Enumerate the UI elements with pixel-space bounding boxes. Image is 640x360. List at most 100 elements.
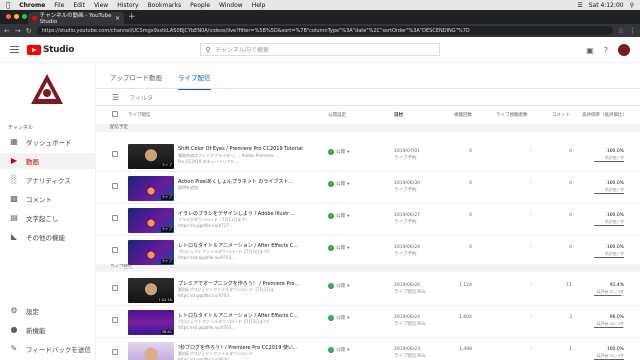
sidebar-item-feedback[interactable]: ✎ フィードバックを送信 bbox=[0, 341, 96, 357]
column-views[interactable]: 視聴回数 bbox=[454, 112, 472, 118]
column-date[interactable]: 日付 bbox=[394, 112, 403, 118]
sidebar-item-analytics[interactable]: ░ アナリティクス bbox=[0, 172, 96, 188]
video-title[interactable]: レトロなタイトルアニメーション / After Effects C… bbox=[178, 312, 328, 319]
table-row[interactable]: 1:02:18 プレミアでオープニングを作ろう！ / Premiere Pro…… bbox=[96, 274, 640, 306]
video-title[interactable]: プレミアでオープニングを作ろう！ / Premiere Pro… bbox=[178, 280, 328, 287]
visibility-cell[interactable]: ✓ 公開 ▾ bbox=[328, 245, 349, 251]
video-title[interactable]: イラレのブラシをデザインしよう / Adobe Illustr… bbox=[178, 210, 328, 217]
reload-icon[interactable]: ↻ bbox=[26, 27, 32, 35]
row-checkbox[interactable] bbox=[112, 215, 118, 221]
video-title[interactable]: Action Pixelあくしょんプラネット のライブスト… bbox=[178, 178, 328, 185]
visibility-cell[interactable]: ✓ 公開 ▾ bbox=[328, 149, 349, 155]
bookmark-star-icon[interactable]: ☆ bbox=[618, 27, 624, 35]
table-row[interactable]: 1:10:02 !秒ブログを作ろう！/ Premiere Pro CC2019 … bbox=[96, 338, 640, 360]
video-title[interactable]: Shift Color Of Eyes / Premiere Pro CC201… bbox=[178, 146, 328, 152]
visibility-cell[interactable]: ✓ 公開 ▾ bbox=[328, 347, 349, 353]
url-text: https://studio.youtube.com/channel/UCSmg… bbox=[41, 27, 470, 34]
sidebar-item-settings[interactable]: ⚙ 設定 bbox=[0, 303, 96, 319]
sidebar-item-other-features[interactable]: ◣ その他の機能 bbox=[0, 229, 96, 245]
browser-tabbar: チャンネルの動画 - YouTube Studio × + bbox=[0, 10, 640, 25]
menu-app-name[interactable]: Chrome bbox=[19, 2, 45, 9]
filter-bar[interactable]: ☰ フィルタ bbox=[112, 93, 153, 102]
menu-edit[interactable]: Edit bbox=[73, 2, 85, 9]
views-cell: 1,498 bbox=[459, 347, 472, 352]
studio-header: Studio ⚲ チャンネル内で検索 ▣ ? bbox=[0, 37, 640, 63]
video-title[interactable]: !秒ブログを作ろう！/ Premiere Pro CC2019 使い… bbox=[178, 344, 328, 351]
spotlight-icon[interactable]: ⚲ bbox=[630, 2, 634, 9]
sidebar-item-subtitles[interactable]: ▤ 文字起こし bbox=[0, 210, 96, 226]
column-comments[interactable]: コメント bbox=[552, 112, 570, 118]
video-thumbnail[interactable]: 1:02:18 bbox=[128, 278, 174, 303]
row-checkbox[interactable] bbox=[112, 183, 118, 189]
table-row[interactable]: ライブ Shift Color Of Eyes / Premiere Pro C… bbox=[96, 140, 640, 172]
video-title[interactable]: レトロなタイトルアニメーション / After Effects C… bbox=[178, 242, 328, 249]
video-thumbnail[interactable]: 58:41 bbox=[128, 310, 174, 335]
menu-help[interactable]: Help bbox=[252, 2, 266, 9]
visibility-cell[interactable]: ✓ 公開 ▾ bbox=[328, 213, 349, 219]
table-row[interactable]: ライブ イラレのブラシをデザインしよう / Adobe Illustr… ブラシ… bbox=[96, 204, 640, 236]
sidebar-item-comments[interactable]: ▩ コメント bbox=[0, 191, 96, 207]
menu-people[interactable]: People bbox=[190, 2, 210, 9]
row-checkbox[interactable] bbox=[112, 151, 118, 157]
video-thumbnail[interactable]: ライブ bbox=[128, 240, 174, 265]
channel-search[interactable]: ⚲ チャンネル内で検索 bbox=[200, 43, 440, 56]
forward-icon[interactable]: → bbox=[15, 27, 21, 35]
video-thumbnail[interactable]: ライブ bbox=[128, 176, 174, 201]
menu-bookmarks[interactable]: Bookmarks bbox=[148, 2, 182, 9]
filter-input[interactable]: フィルタ bbox=[129, 93, 153, 102]
sidebar-item-label: ダッシュボード bbox=[26, 139, 72, 147]
hamburger-menu-icon[interactable] bbox=[10, 46, 19, 53]
studio-logo[interactable]: Studio bbox=[27, 44, 74, 55]
date-cell: 2019/06/24 bbox=[394, 315, 420, 320]
menu-history[interactable]: History bbox=[117, 2, 138, 9]
close-tab-icon[interactable]: × bbox=[115, 15, 120, 22]
minimize-window-button[interactable] bbox=[14, 14, 19, 19]
help-icon[interactable]: ? bbox=[604, 46, 608, 55]
search-input[interactable]: チャンネル内で検索 bbox=[215, 45, 269, 54]
apple-icon[interactable]:  bbox=[6, 1, 10, 9]
table-row[interactable]: ライブ Action Pixelあくしょんプラネット のライブスト… 説明を追加… bbox=[96, 172, 640, 204]
sidebar-item-label: 設定 bbox=[26, 308, 39, 316]
column-visibility[interactable]: 公開設定 bbox=[328, 112, 346, 118]
new-tab-icon[interactable]: + bbox=[128, 12, 136, 22]
sidebar-item-dashboard[interactable]: ▦ ダッシュボード bbox=[0, 134, 96, 150]
views-cell: 1,124 bbox=[459, 283, 472, 288]
column-rating[interactable]: 高評価率（低評価比） bbox=[582, 112, 627, 118]
account-avatar[interactable] bbox=[618, 44, 630, 56]
visibility-cell[interactable]: ✓ 公開 ▾ bbox=[328, 283, 349, 289]
wifi-icon[interactable]: ☰ bbox=[577, 2, 582, 9]
menu-file[interactable]: File bbox=[54, 2, 64, 9]
sidebar-item-whats-new[interactable]: ● 新機能 bbox=[0, 322, 96, 338]
sidebar-item-videos[interactable]: ▶ 動画 bbox=[0, 153, 96, 169]
menu-window[interactable]: Window bbox=[219, 2, 243, 9]
rating-bar-fill bbox=[594, 295, 622, 296]
row-checkbox[interactable] bbox=[112, 247, 118, 253]
back-icon[interactable]: ← bbox=[4, 27, 10, 35]
table-row[interactable]: ライブ レトロなタイトルアニメーション / After Effects C… プ… bbox=[96, 236, 640, 268]
eye-icon: ✓ bbox=[328, 315, 334, 321]
browser-tab[interactable]: チャンネルの動画 - YouTube Studio × bbox=[28, 12, 124, 25]
section-scheduled: 配信予定 bbox=[96, 124, 640, 132]
channel-avatar[interactable] bbox=[29, 72, 65, 108]
video-thumbnail[interactable]: ライブ bbox=[128, 144, 174, 169]
browser-menu-icon[interactable]: ⋮ bbox=[629, 27, 636, 35]
row-checkbox[interactable] bbox=[112, 349, 118, 355]
video-description-line: https://d.gigafile.nu/0703… bbox=[178, 292, 233, 298]
filter-icon[interactable]: ☰ bbox=[112, 93, 119, 102]
select-all-checkbox[interactable] bbox=[112, 111, 118, 117]
row-checkbox[interactable] bbox=[112, 317, 118, 323]
search-icon[interactable]: ⚲ bbox=[201, 44, 215, 55]
visibility-cell[interactable]: ✓ 公開 ▾ bbox=[328, 181, 349, 187]
visibility-cell[interactable]: ✓ 公開 ▾ bbox=[328, 315, 349, 321]
clock[interactable]: Sat 4:12:00 bbox=[589, 2, 624, 9]
table-row[interactable]: 58:41 レトロなタイトルアニメーション / After Effects C…… bbox=[96, 306, 640, 338]
create-video-icon[interactable]: ▣ bbox=[586, 46, 594, 55]
video-thumbnail[interactable]: 1:10:02 bbox=[128, 342, 174, 360]
video-thumbnail[interactable]: ライブ bbox=[128, 208, 174, 233]
address-bar[interactable]: https://studio.youtube.com/channel/UCSmg… bbox=[36, 26, 613, 35]
menu-view[interactable]: View bbox=[94, 2, 108, 9]
zoom-window-button[interactable] bbox=[22, 14, 27, 19]
close-window-button[interactable] bbox=[6, 14, 11, 19]
column-live-viewers[interactable]: ライブ視聴者数 bbox=[496, 112, 528, 118]
row-checkbox[interactable] bbox=[112, 285, 118, 291]
